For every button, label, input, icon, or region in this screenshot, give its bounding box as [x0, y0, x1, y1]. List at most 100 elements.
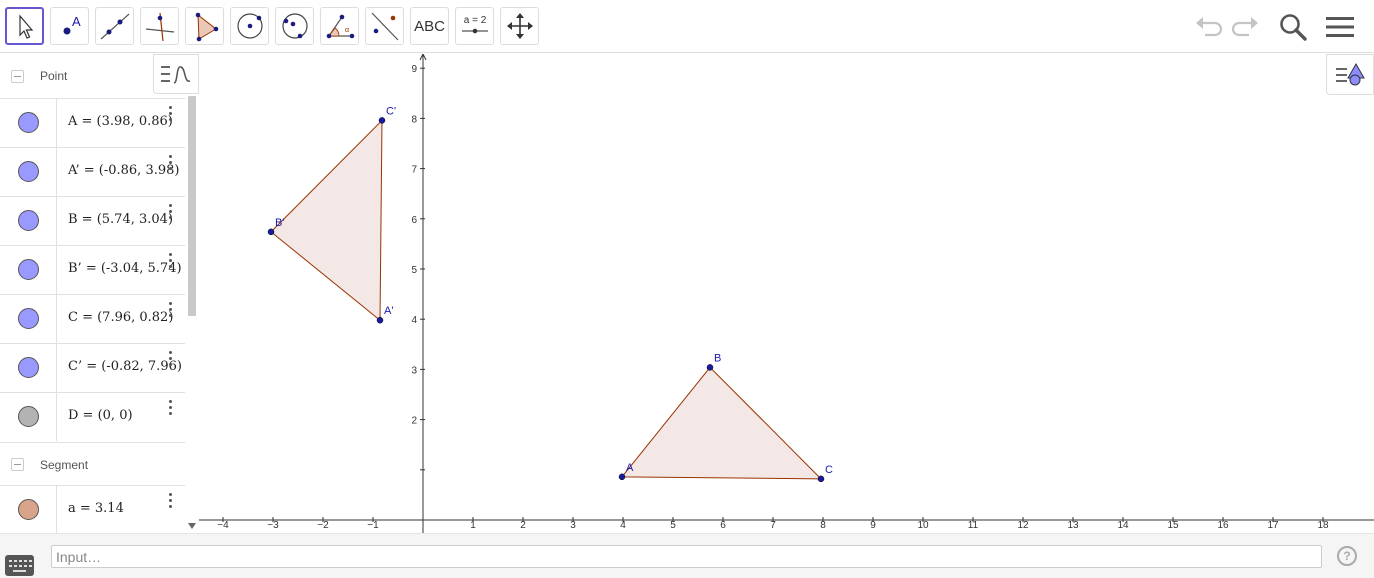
algebra-expression[interactable]: B’ = (-3.04, 5.74) [68, 261, 182, 276]
more-options-icon[interactable] [166, 155, 174, 173]
more-options-icon[interactable] [166, 106, 174, 124]
more-options-icon[interactable] [166, 253, 174, 271]
circle-tool-button[interactable] [230, 7, 269, 45]
point-marker [706, 364, 714, 371]
x-tick-label: −1 [367, 520, 379, 531]
redo-button[interactable] [1229, 10, 1263, 44]
graphics-view[interactable]: −4 −3 −2 −1 1 2 3 4 5 6 7 8 9 10 11 12 13 14 15 16 17 18 2 3 4 5 6… [199, 54, 1374, 533]
x-tick-label: −3 [267, 520, 279, 531]
polygon-icon [195, 12, 218, 42]
x-tick-label: 1 [470, 520, 476, 531]
point-marker [378, 117, 386, 124]
visibility-toggle-icon[interactable] [18, 499, 39, 520]
more-options-icon[interactable] [166, 493, 174, 511]
slider-tool-button[interactable]: a = 2 [455, 7, 494, 45]
x-tick-label: −4 [217, 520, 229, 531]
conic-tool-button[interactable] [275, 7, 314, 45]
more-options-icon[interactable] [166, 351, 174, 369]
visibility-toggle-icon[interactable] [18, 357, 39, 378]
collapse-icon[interactable] [11, 69, 24, 83]
y-tick-label: 2 [411, 416, 417, 427]
visibility-toggle-icon[interactable] [18, 112, 39, 133]
x-tick-label: 11 [968, 520, 979, 531]
scroll-down-icon[interactable] [188, 523, 196, 529]
algebra-expression[interactable]: A = (3.98, 0.86) [68, 114, 173, 129]
triangle-polygon [620, 366, 823, 480]
x-tick-label: 3 [570, 520, 576, 531]
algebra-expression[interactable]: A’ = (-0.86, 3.98) [68, 163, 179, 178]
algebra-expression[interactable]: B = (5.74, 3.04) [68, 212, 173, 227]
more-options-icon[interactable] [166, 204, 174, 222]
scrollbar-thumb[interactable] [188, 96, 196, 316]
algebra-row[interactable]: D = (0, 0) [0, 392, 185, 441]
x-tick-label: 10 [917, 520, 929, 531]
algebra-scrollbar[interactable] [185, 54, 199, 533]
y-tick-label: 9 [411, 64, 417, 75]
move-tool-button[interactable] [5, 7, 44, 45]
search-button[interactable] [1276, 10, 1310, 44]
algebra-row[interactable]: B’ = (-3.04, 5.74) [0, 245, 185, 294]
group-label: Segment [40, 457, 89, 472]
algebra-row[interactable]: C = (7.96, 0.82) [0, 294, 185, 343]
collapse-icon[interactable] [11, 458, 24, 471]
point-marker [618, 473, 626, 481]
graphics-style-bar-button[interactable] [1326, 54, 1374, 95]
x-tick-label: 12 [1017, 520, 1029, 531]
line-tool-button[interactable] [95, 7, 134, 45]
point-label: A' [384, 305, 393, 317]
polygon-tool-button[interactable] [185, 7, 224, 45]
x-tick-label: 17 [1267, 520, 1279, 531]
segment-group-header[interactable]: Segment [0, 442, 185, 486]
perpendicular-tool-button[interactable] [140, 7, 179, 45]
angle-tool-button[interactable]: α [320, 7, 359, 45]
x-tick-label: −2 [317, 520, 329, 531]
algebra-row[interactable]: C’ = (-0.82, 7.96) [0, 343, 185, 392]
x-tick-label: 9 [870, 520, 876, 531]
hamburger-menu-icon [1326, 17, 1354, 37]
move-graphics-tool-button[interactable] [500, 7, 539, 45]
main-menu-button[interactable] [1323, 10, 1357, 44]
visibility-toggle-icon[interactable] [18, 259, 39, 280]
y-tick-label: 4 [411, 315, 417, 326]
visibility-toggle-icon[interactable] [18, 161, 39, 182]
algebra-expression[interactable]: D = (0, 0) [68, 408, 133, 423]
undo-button[interactable] [1191, 10, 1225, 44]
visibility-toggle-icon[interactable] [18, 406, 39, 427]
cursor-arrow-icon [18, 14, 33, 39]
x-tick-label: 6 [720, 520, 726, 531]
algebra-row[interactable]: A = (3.98, 0.86) [0, 98, 185, 147]
input-field[interactable] [51, 545, 1322, 568]
point-tool-button[interactable]: A [50, 7, 89, 45]
graphics-settings-icon [1336, 62, 1365, 85]
x-tick-label: 4 [620, 520, 626, 531]
algebra-settings-icon [161, 66, 191, 84]
algebra-style-bar-button[interactable] [153, 54, 199, 94]
visibility-toggle-icon[interactable] [18, 210, 39, 231]
circle-three-points-icon [281, 13, 308, 39]
reflect-tool-button[interactable] [365, 7, 404, 45]
angle-icon: α [326, 14, 354, 39]
x-tick-label: 5 [670, 520, 676, 531]
x-tick-label: 16 [1217, 520, 1229, 531]
reflect-about-line-icon [371, 12, 398, 41]
coordinate-plane[interactable]: −4 −3 −2 −1 1 2 3 4 5 6 7 8 9 10 11 12 13 14 15 16 17 1823456… [199, 54, 1374, 533]
x-tick-label: 7 [770, 520, 776, 531]
algebra-expression[interactable]: C = (7.96, 0.82) [68, 310, 173, 325]
more-options-icon[interactable] [166, 302, 174, 320]
more-options-icon[interactable] [166, 400, 174, 418]
svg-text:α: α [345, 27, 349, 34]
algebra-expression[interactable]: C’ = (-0.82, 7.96) [68, 359, 182, 374]
visibility-toggle-icon[interactable] [18, 308, 39, 329]
undo-icon [1196, 17, 1223, 37]
algebra-row[interactable]: a = 3.14 [0, 485, 185, 533]
point-label: A [626, 462, 634, 474]
group-label: Point [40, 69, 68, 83]
algebra-row[interactable]: A’ = (-0.86, 3.98) [0, 147, 185, 196]
text-tool-button[interactable]: ABC [410, 7, 449, 45]
help-icon[interactable]: ? [1337, 546, 1357, 566]
keyboard-icon[interactable] [5, 555, 34, 576]
text-icon: ABC [414, 17, 445, 35]
algebra-expression[interactable]: a = 3.14 [68, 501, 124, 516]
algebra-row[interactable]: B = (5.74, 3.04) [0, 196, 185, 245]
point-label: C [825, 464, 833, 476]
